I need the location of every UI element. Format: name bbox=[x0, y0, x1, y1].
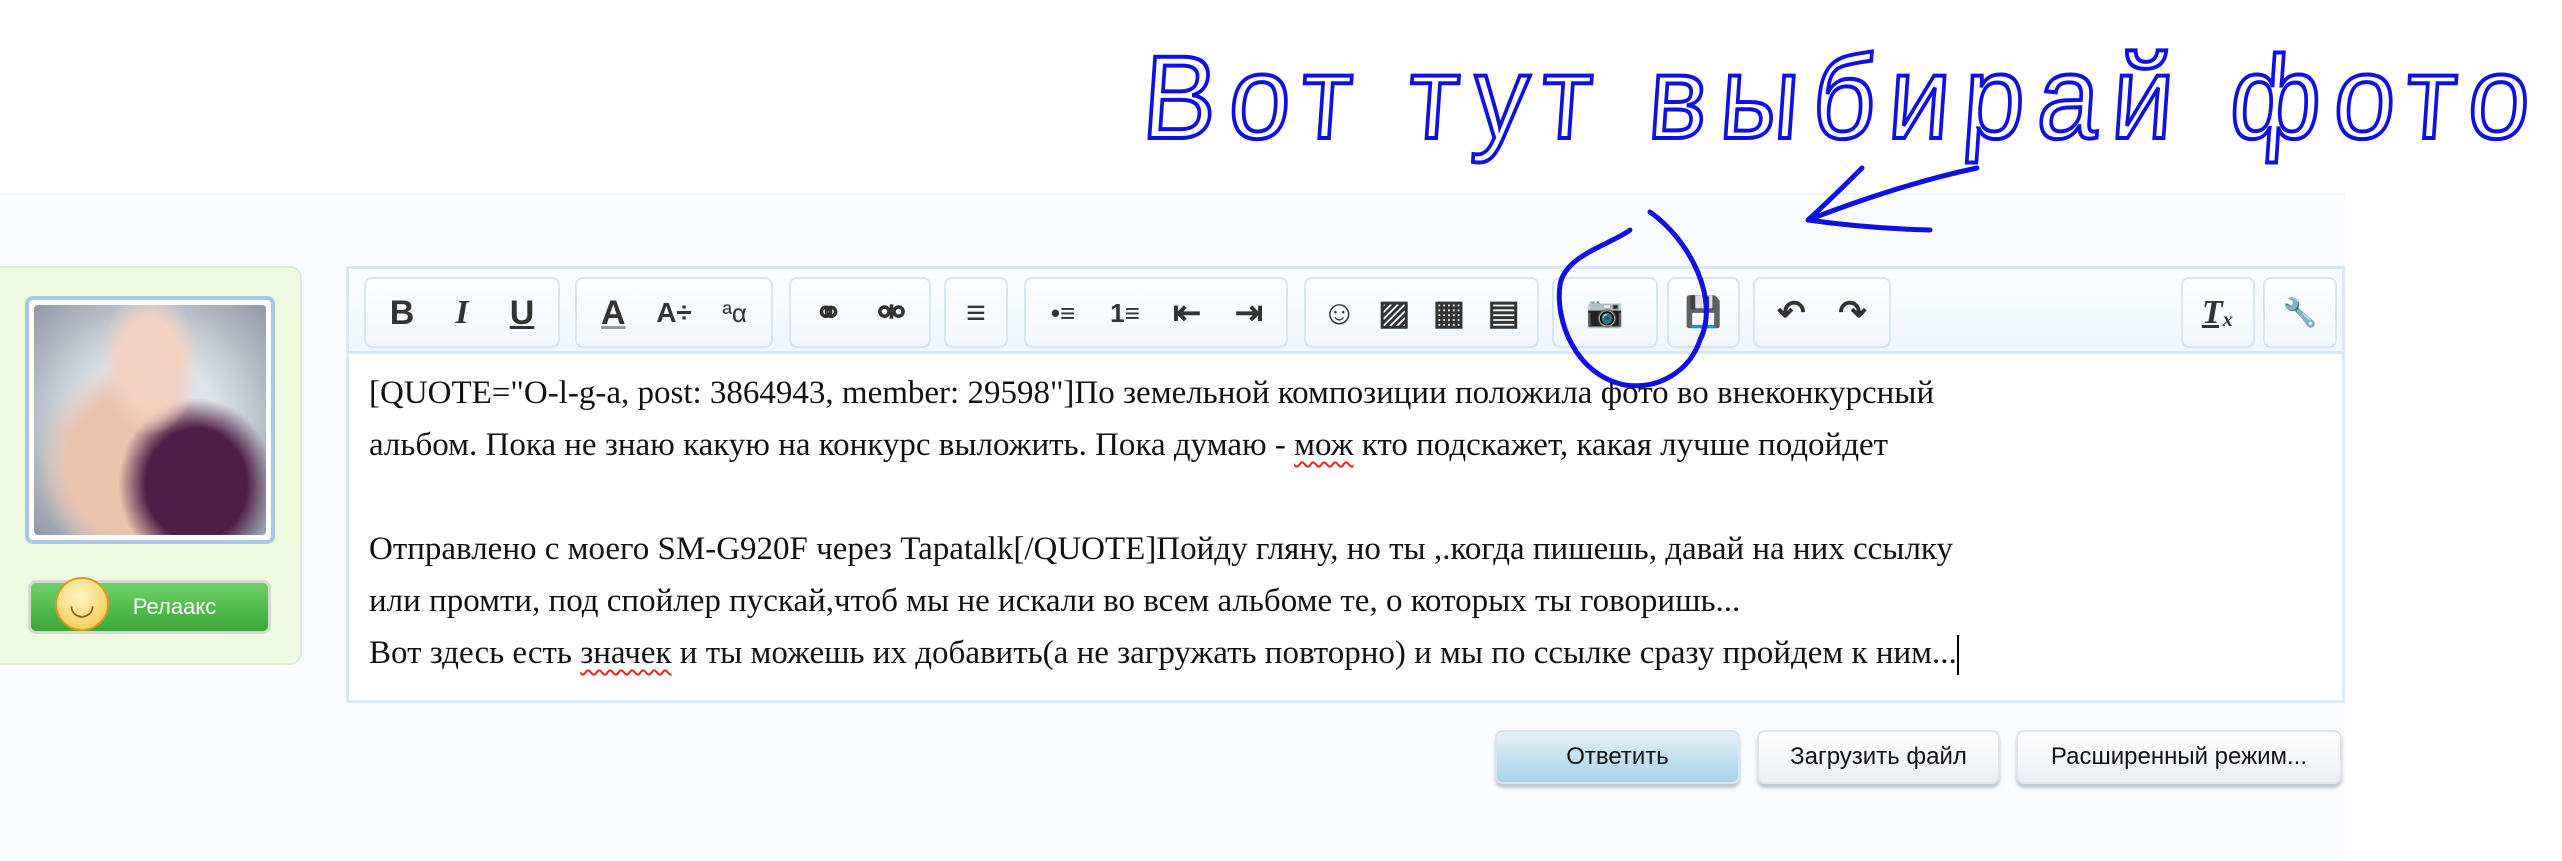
annotation-text: Вот тут выбирай фото bbox=[1139, 32, 2548, 164]
link-group: ⚭ ⚮ bbox=[789, 277, 931, 348]
editor-toolbar: B I U A A÷ ªα ⚭ ⚮ ≡ •≡ 1≡ ⇤ ⇥ ☺ ▨ ▦ ▤ 📷 … bbox=[349, 269, 2342, 354]
misspelled-word: значек bbox=[580, 635, 672, 671]
message-editor[interactable]: B I U A A÷ ªα ⚭ ⚮ ≡ •≡ 1≡ ⇤ ⇥ ☺ ▨ ▦ ▤ 📷 … bbox=[346, 266, 2345, 703]
indent-icon[interactable]: ⇥ bbox=[1223, 296, 1275, 330]
advanced-mode-button[interactable]: Расширенный режим... bbox=[2016, 730, 2342, 784]
save-draft-icon[interactable]: 💾 bbox=[1678, 297, 1730, 328]
text-line: Вот здесь есть bbox=[369, 635, 581, 671]
outdent-icon[interactable]: ⇤ bbox=[1161, 296, 1213, 330]
font-family-button[interactable]: ªα bbox=[709, 300, 761, 326]
wrench-icon[interactable]: 🔧 bbox=[2274, 298, 2326, 327]
save-group: 💾 bbox=[1667, 277, 1740, 348]
undo-icon[interactable]: ↶ bbox=[1766, 296, 1818, 330]
text-line: альбом. Пока не знаю какую на конкурс вы… bbox=[369, 427, 1295, 463]
image-icon[interactable]: ▨ bbox=[1368, 296, 1420, 330]
remove-format-icon[interactable]: Tₓ bbox=[2192, 295, 2244, 330]
media-icon[interactable]: ▦ bbox=[1423, 296, 1475, 330]
text-line: [QUOTE="O-l-g-a, post: 3864943, member: … bbox=[369, 375, 1935, 411]
font-group: A A÷ ªα bbox=[575, 277, 773, 348]
text-line: и ты можешь их добавить(а не загружать п… bbox=[671, 635, 1957, 671]
text-line: кто подскажет, какая лучше подойдет bbox=[1353, 427, 1889, 463]
photo-group: 📷 bbox=[1552, 277, 1658, 348]
link-icon[interactable]: ⚭ bbox=[803, 296, 855, 330]
tools-group: 🔧 bbox=[2263, 277, 2337, 348]
unlink-icon[interactable]: ⚮ bbox=[866, 296, 918, 330]
smiley-icon: ◡ bbox=[55, 577, 109, 631]
text-line: Отправлено с моего SM-G920F через Tapata… bbox=[369, 531, 1953, 567]
list-group: •≡ 1≡ ⇤ ⇥ bbox=[1024, 277, 1288, 348]
message-text[interactable]: [QUOTE="O-l-g-a, post: 3864943, member: … bbox=[369, 367, 2322, 679]
bold-button[interactable]: B bbox=[376, 296, 428, 330]
camera-icon[interactable]: 📷 bbox=[1579, 297, 1631, 328]
align-group: ≡ bbox=[944, 277, 1008, 348]
redo-icon[interactable]: ↷ bbox=[1827, 296, 1879, 330]
text-style-group: B I U bbox=[364, 277, 560, 348]
remove-format-group: Tₓ bbox=[2181, 277, 2255, 348]
italic-button[interactable]: I bbox=[436, 295, 488, 330]
reply-button[interactable]: Ответить bbox=[1495, 730, 1740, 784]
mood-label: Релаакс bbox=[132, 594, 217, 619]
avatar[interactable] bbox=[25, 296, 275, 544]
history-group: ↶ ↷ bbox=[1753, 277, 1891, 348]
template-icon[interactable]: ▤ bbox=[1478, 296, 1530, 330]
numbered-list-icon[interactable]: 1≡ bbox=[1099, 300, 1151, 326]
font-color-button[interactable]: A bbox=[587, 296, 639, 330]
avatar-image bbox=[34, 305, 266, 535]
insert-group: ☺ ▨ ▦ ▤ bbox=[1304, 277, 1539, 348]
align-left-icon[interactable]: ≡ bbox=[952, 296, 1000, 330]
underline-button[interactable]: U bbox=[496, 296, 548, 330]
misspelled-word: мож bbox=[1294, 427, 1354, 463]
upload-file-button[interactable]: Загрузить файл bbox=[1757, 730, 2000, 784]
font-size-button[interactable]: A÷ bbox=[648, 298, 700, 327]
text-line: или промти, под спойлер пускай,чтоб мы н… bbox=[369, 583, 1741, 619]
mood-badge[interactable]: ◡ Релаакс bbox=[28, 577, 271, 634]
bullet-list-icon[interactable]: •≡ bbox=[1037, 300, 1089, 326]
text-caret bbox=[1956, 635, 1959, 676]
smilies-icon[interactable]: ☺ bbox=[1313, 296, 1365, 330]
